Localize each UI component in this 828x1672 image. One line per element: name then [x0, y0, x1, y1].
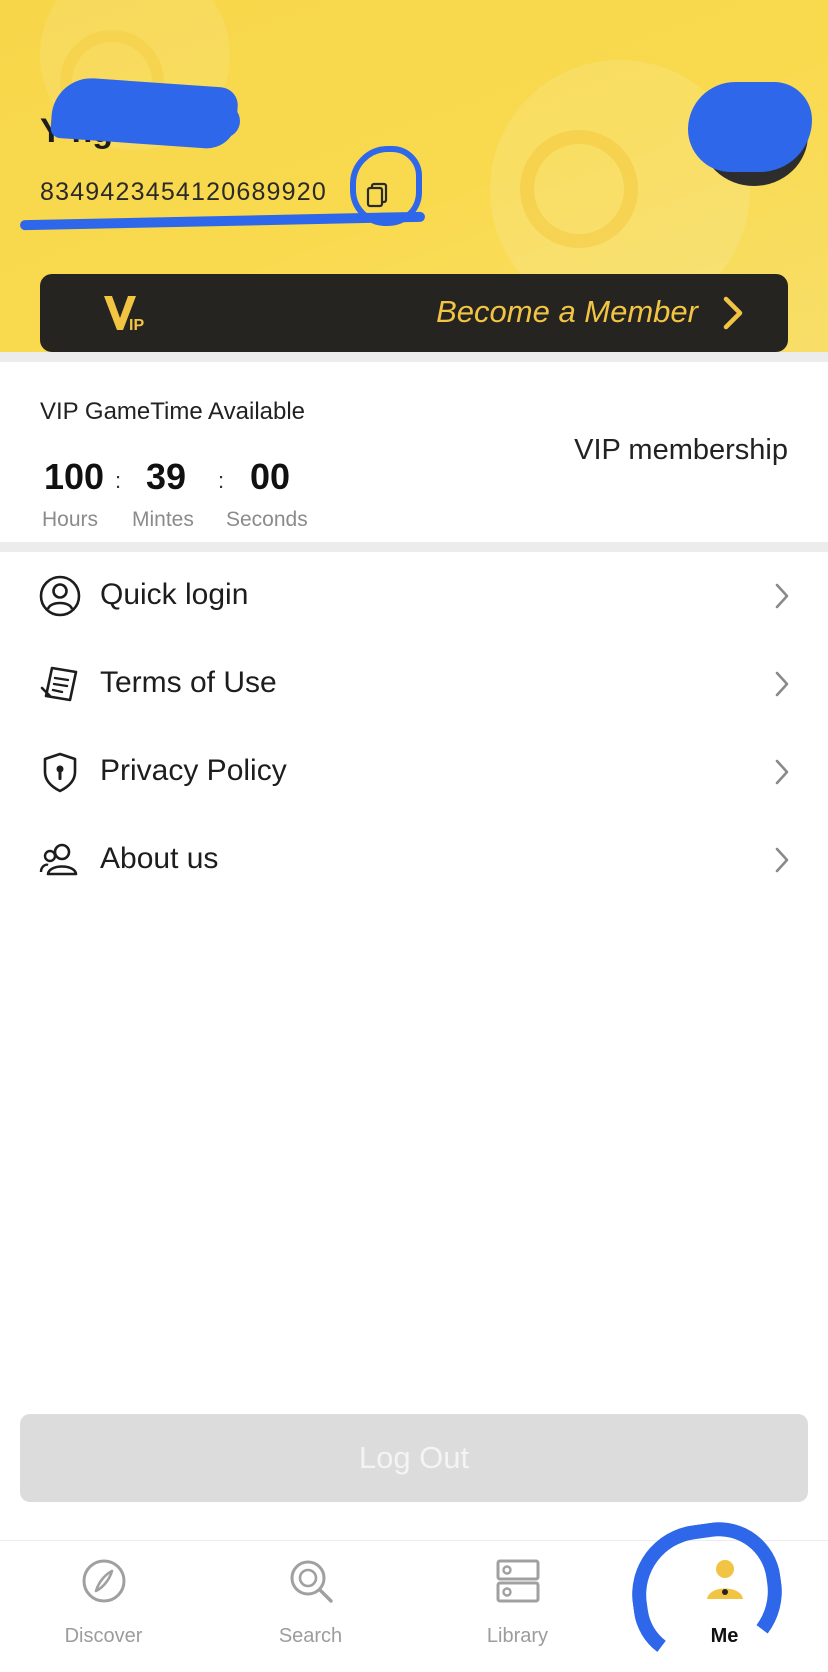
hours-label: Hours: [42, 508, 99, 531]
chevron-right-icon: [775, 847, 789, 873]
become-member-banner[interactable]: IP Become a Member: [40, 274, 788, 352]
seconds-value: 00: [250, 456, 291, 497]
menu-item-about[interactable]: About us: [0, 820, 828, 906]
user-id: 834942345412068992​0: [40, 178, 327, 206]
menu-item-label: About us: [100, 842, 219, 875]
seconds-label: Seconds: [226, 508, 308, 531]
vip-logo-icon: IP: [104, 296, 144, 334]
library-icon: [496, 1559, 540, 1603]
annotation-underline: [19, 211, 426, 231]
redaction-scribble: [160, 104, 240, 138]
shield-icon: [43, 752, 77, 793]
compass-icon: [82, 1559, 126, 1603]
section-divider: [0, 352, 828, 362]
time-separator: :: [218, 468, 225, 493]
logout-button[interactable]: Log Out: [20, 1414, 808, 1502]
chevron-right-icon: [775, 583, 789, 609]
menu-item-label: Privacy Policy: [100, 754, 287, 787]
menu-item-label: Quick login: [100, 578, 249, 611]
svg-text:IP: IP: [129, 317, 144, 334]
tab-search[interactable]: Search: [207, 1541, 414, 1662]
section-divider: [0, 542, 828, 552]
time-separator: :: [115, 468, 122, 493]
chevron-right-icon: [775, 759, 789, 785]
minutes-value: 39: [146, 456, 187, 497]
vip-membership-link[interactable]: VIP membership: [574, 434, 788, 467]
chevron-right-icon: [723, 296, 743, 330]
chevron-right-icon: [775, 671, 789, 697]
header-decoration: [520, 130, 638, 248]
document-icon: [40, 666, 78, 702]
tab-library[interactable]: Library: [414, 1541, 621, 1662]
vip-time-title: VIP GameTime Available: [40, 398, 306, 425]
user-circle-icon: [39, 575, 81, 617]
group-icon: [39, 843, 78, 876]
tab-label: Library: [486, 1625, 549, 1647]
menu-item-privacy[interactable]: Privacy Policy: [0, 732, 828, 818]
menu-item-terms[interactable]: Terms of Use: [0, 644, 828, 730]
tab-label: Discover: [64, 1625, 143, 1647]
minutes-label: Mintes: [132, 508, 194, 531]
tab-discover[interactable]: Discover: [0, 1541, 207, 1662]
search-icon: [290, 1560, 333, 1603]
menu-item-quick-login[interactable]: Quick login: [0, 556, 828, 642]
hours-value: 100: [44, 456, 105, 497]
become-member-label: Become a Member: [436, 294, 698, 329]
profile-header: Y ng 834942345412068992​0 IP Become a Me…: [0, 0, 828, 352]
tab-label: Search: [278, 1625, 343, 1647]
redaction-scribble: [688, 82, 812, 172]
menu-item-label: Terms of Use: [100, 666, 277, 699]
